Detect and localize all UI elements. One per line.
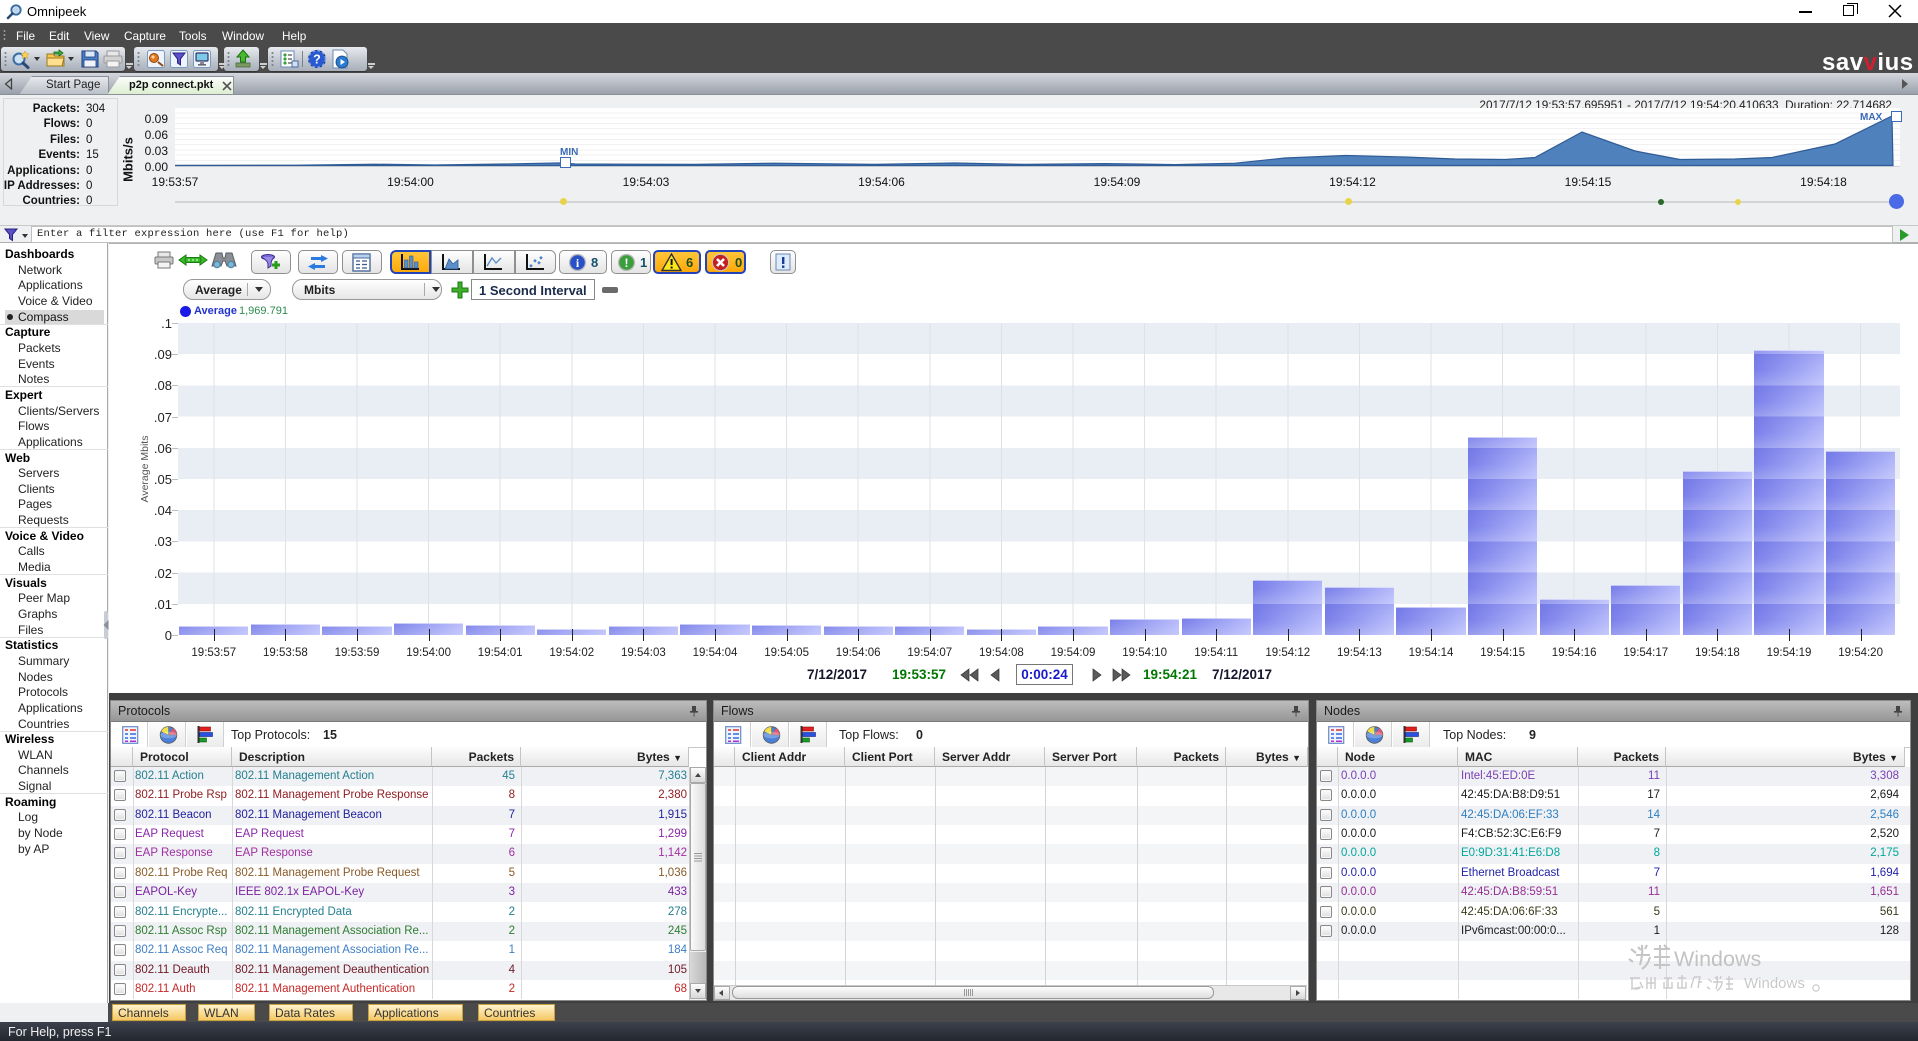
svg-text:?: ? — [313, 53, 321, 67]
svg-text:!: ! — [625, 256, 629, 270]
svg-text:Windows: Windows — [1674, 947, 1761, 971]
svg-text:Windows: Windows — [1744, 975, 1805, 992]
